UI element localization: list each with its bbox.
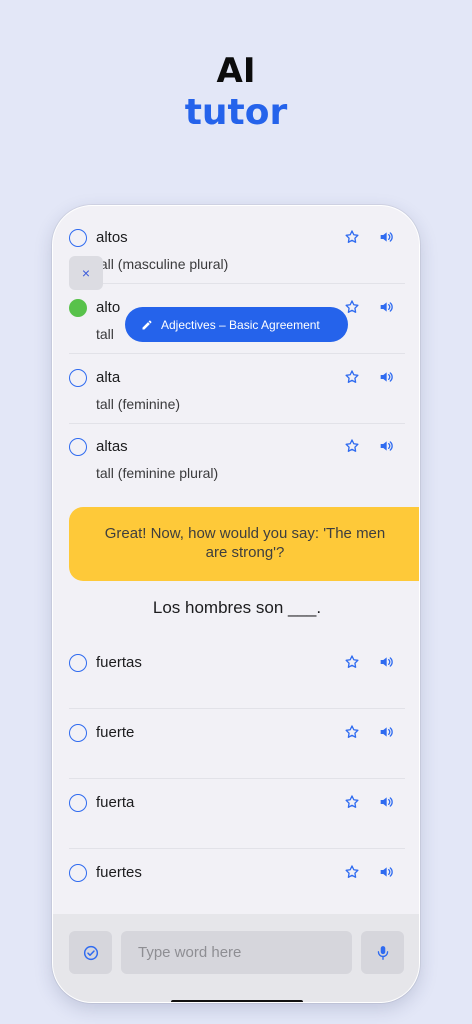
speaker-icon[interactable] [378,229,394,245]
microphone-icon [377,945,388,960]
option-word: altas [96,438,128,455]
star-icon[interactable] [344,438,360,454]
star-icon[interactable] [344,724,360,740]
star-icon[interactable] [344,369,360,385]
speaker-icon[interactable] [378,724,394,740]
topic-pill[interactable]: Adjectives – Basic Agreement [125,307,348,342]
option-word: fuertas [96,654,142,671]
question-text: Los hombres son ___. [152,598,322,617]
radio-button[interactable] [69,724,87,742]
radio-button[interactable] [69,369,87,387]
speaker-icon[interactable] [378,654,394,670]
list-item[interactable]: alta tall (feminine) [69,354,405,424]
list-item[interactable]: fuerta [69,779,405,849]
option-word: alto [96,299,121,316]
speaker-icon[interactable] [378,438,394,454]
list-item[interactable]: fuertas [69,639,405,709]
microphone-button[interactable] [361,931,404,974]
option-meaning: tall (feminine) [96,396,181,412]
tutor-message-text: Great! Now, how would you say: 'The men … [104,525,386,561]
radio-button[interactable] [69,229,87,247]
option-word: fuertes [96,864,142,881]
option-word: alta [96,369,121,386]
option-meaning: tall [96,326,114,342]
speaker-icon[interactable] [378,864,394,880]
phone-screen: altos tall (masculine plural) alto tall … [52,205,420,1003]
hero-title-tutor: tutor [184,92,288,133]
radio-button[interactable] [69,864,87,882]
option-word: fuerte [96,724,135,741]
input-bar [53,914,419,1002]
list-item[interactable]: fuerte [69,709,405,779]
option-word: altos [96,229,128,246]
submit-button[interactable] [69,931,112,974]
home-indicator [171,1000,303,1002]
speaker-icon[interactable] [378,369,394,385]
radio-button-checked[interactable] [69,299,87,317]
speaker-icon[interactable] [378,299,394,315]
radio-button[interactable] [69,794,87,812]
topic-pill-label: Adjectives – Basic Agreement [161,317,320,332]
option-meaning: tall (masculine plural) [96,256,229,272]
tutor-message-bubble: Great! Now, how would you say: 'The men … [69,507,419,581]
hero-title-ai: AI [216,51,256,91]
star-icon[interactable] [344,299,360,315]
star-icon[interactable] [344,864,360,880]
close-button[interactable]: × [69,256,103,290]
star-icon[interactable] [344,794,360,810]
star-icon[interactable] [344,229,360,245]
radio-button[interactable] [69,438,87,456]
list-item[interactable]: fuertes [69,849,405,919]
close-icon: × [81,265,91,281]
list-item[interactable]: altos tall (masculine plural) [69,214,405,284]
option-word: fuerta [96,794,135,811]
radio-button[interactable] [69,654,87,672]
word-input[interactable] [121,931,352,974]
speaker-icon[interactable] [378,794,394,810]
check-circle-icon [83,945,98,960]
star-icon[interactable] [344,654,360,670]
pencil-icon [142,320,152,329]
list-item[interactable]: altas tall (feminine plural) [69,423,405,493]
option-meaning: tall (feminine plural) [96,465,219,481]
